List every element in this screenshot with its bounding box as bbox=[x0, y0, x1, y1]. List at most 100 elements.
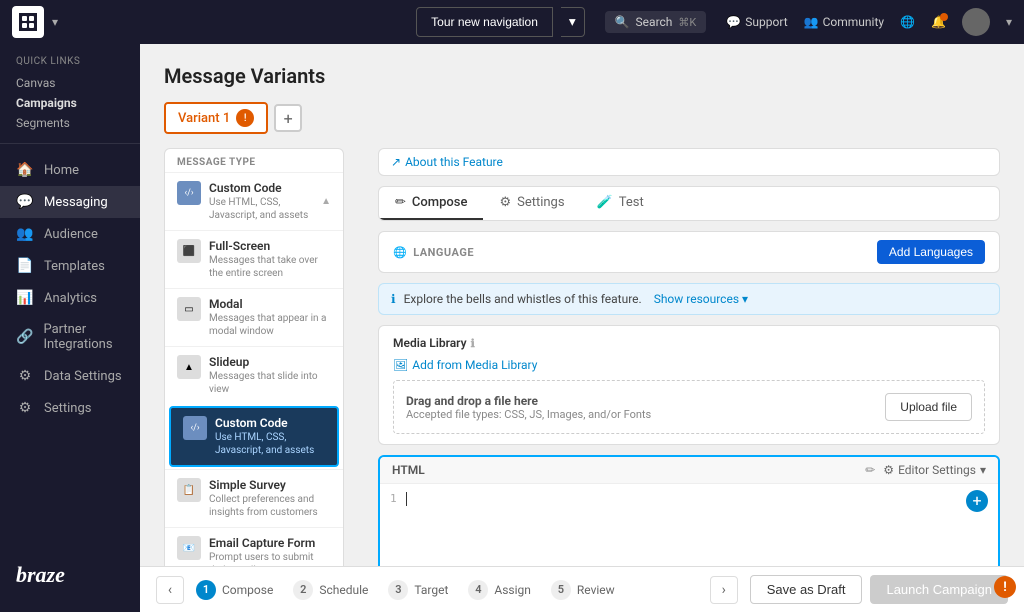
type-item-custom-code-top[interactable]: ‹/› Custom Code Use HTML, CSS, Javascrip… bbox=[165, 172, 343, 230]
full-screen-icon: ⬛ bbox=[177, 239, 201, 263]
nav-menu-chevron[interactable]: ▾ bbox=[52, 15, 58, 29]
sidebar-item-data-settings[interactable]: ⚙ Data Settings bbox=[0, 360, 140, 392]
global-search[interactable]: 🔍 Search ⌘K bbox=[605, 11, 707, 33]
editor-settings-chevron: ▾ bbox=[980, 463, 986, 477]
step-compose[interactable]: 1 Compose bbox=[196, 580, 273, 600]
add-languages-button[interactable]: Add Languages bbox=[877, 240, 985, 264]
sidebar-item-settings[interactable]: ⚙ Settings bbox=[0, 392, 140, 424]
messaging-icon: 💬 bbox=[16, 194, 34, 210]
step-assign[interactable]: 4 Assign bbox=[468, 580, 531, 600]
external-link-icon: ↗ bbox=[391, 155, 401, 169]
type-desc-email-capture: Prompt users to submit their emails bbox=[209, 551, 331, 566]
settings-icon: ⚙ bbox=[16, 400, 34, 416]
about-feature-link[interactable]: ↗ About this Feature bbox=[391, 155, 503, 169]
prev-step-button[interactable]: ‹ bbox=[156, 576, 184, 604]
data-settings-icon: ⚙ bbox=[16, 368, 34, 384]
add-variant-button[interactable]: + bbox=[274, 104, 302, 132]
image-icon: 🖼 bbox=[393, 358, 408, 372]
globe-icon-button[interactable]: 🌐 bbox=[900, 15, 915, 29]
notifications-button[interactable]: 🔔 bbox=[931, 15, 946, 29]
sidebar-item-label-audience: Audience bbox=[44, 227, 98, 242]
compose-tabs-bar: ✏ Compose ⚙ Settings 🧪 Test bbox=[378, 186, 1000, 221]
step-num-1: 1 bbox=[196, 580, 216, 600]
step-label-assign: Assign bbox=[494, 583, 531, 597]
editor-header: HTML ✏ ⚙ Editor Settings ▾ bbox=[380, 457, 998, 484]
sidebar: QUICK LINKS Canvas Campaigns Segments 🏠 … bbox=[0, 44, 140, 612]
sidebar-item-label-data-settings: Data Settings bbox=[44, 369, 122, 384]
chevron-down-icon: ▾ bbox=[742, 292, 748, 306]
add-from-library-link[interactable]: 🖼 Add from Media Library bbox=[393, 358, 985, 372]
templates-icon: 📄 bbox=[16, 258, 34, 274]
sidebar-item-templates[interactable]: 📄 Templates bbox=[0, 250, 140, 282]
sidebar-item-label-settings: Settings bbox=[44, 401, 91, 416]
editor-body[interactable]: 1 + bbox=[380, 484, 998, 566]
step-navigation: 1 Compose 2 Schedule 3 Target 4 Assign bbox=[196, 580, 710, 600]
tab-compose[interactable]: ✏ Compose bbox=[379, 187, 483, 220]
sidebar-item-audience[interactable]: 👥 Audience bbox=[0, 218, 140, 250]
step-label-target: Target bbox=[414, 583, 448, 597]
bottom-bar: ‹ 1 Compose 2 Schedule 3 Target bbox=[140, 566, 1024, 612]
launch-campaign-button[interactable]: Launch Campaign bbox=[870, 575, 1008, 604]
custom-code-icon-top: ‹/› bbox=[177, 181, 201, 205]
media-library-title: Media Library ℹ bbox=[393, 336, 985, 350]
show-resources-link[interactable]: Show resources ▾ bbox=[654, 292, 748, 306]
sidebar-quick-link-segments[interactable]: Segments bbox=[0, 113, 140, 133]
type-item-modal[interactable]: ▭ Modal Messages that appear in a modal … bbox=[165, 288, 343, 346]
user-menu-chevron[interactable]: ▾ bbox=[1006, 15, 1012, 29]
top-navigation: ▾ Tour new navigation ▾ 🔍 Search ⌘K 💬 Su… bbox=[0, 0, 1024, 44]
sidebar-item-home[interactable]: 🏠 Home bbox=[0, 154, 140, 186]
save-as-draft-button[interactable]: Save as Draft bbox=[750, 575, 863, 604]
step-num-4: 4 bbox=[468, 580, 488, 600]
type-item-custom-code-selected[interactable]: ‹/› Custom Code Use HTML, CSS, Javascrip… bbox=[169, 406, 339, 467]
add-code-button[interactable]: + bbox=[966, 490, 988, 512]
audience-icon: 👥 bbox=[16, 226, 34, 242]
partner-icon: 🔗 bbox=[16, 329, 33, 345]
upload-zone-title: Drag and drop a file here bbox=[406, 394, 651, 408]
variant-tab-label: Variant 1 bbox=[178, 111, 230, 126]
community-link[interactable]: 👥 Community bbox=[804, 15, 884, 29]
search-shortcut: ⌘K bbox=[678, 16, 696, 29]
sidebar-item-label-templates: Templates bbox=[44, 259, 105, 274]
right-panel: ↗ About this Feature ✏ Compose ⚙ Setting… bbox=[378, 148, 1000, 566]
type-item-email-capture[interactable]: 📧 Email Capture Form Prompt users to sub… bbox=[165, 527, 343, 566]
globe-small-icon: 🌐 bbox=[393, 246, 407, 259]
app-logo[interactable] bbox=[12, 6, 44, 38]
step-num-2: 2 bbox=[293, 580, 313, 600]
tour-navigation-button[interactable]: Tour new navigation bbox=[416, 7, 553, 37]
type-name-email-capture: Email Capture Form bbox=[209, 536, 331, 550]
upload-zone-desc: Accepted file types: CSS, JS, Images, an… bbox=[406, 408, 651, 421]
sidebar-quick-link-canvas[interactable]: Canvas bbox=[0, 73, 140, 93]
type-item-slideup[interactable]: ▲ Slideup Messages that slide into view bbox=[165, 346, 343, 404]
email-capture-icon: 📧 bbox=[177, 536, 201, 560]
upload-drop-zone[interactable]: Drag and drop a file here Accepted file … bbox=[393, 380, 985, 434]
sidebar-quick-link-campaigns[interactable]: Campaigns bbox=[0, 93, 140, 113]
variant-tab-1[interactable]: Variant 1 ! bbox=[164, 102, 268, 134]
tab-settings[interactable]: ⚙ Settings bbox=[483, 187, 580, 220]
nav-icons: 💬 Support 👥 Community 🌐 🔔 ▾ bbox=[726, 8, 1012, 36]
type-item-simple-survey[interactable]: 📋 Simple Survey Collect preferences and … bbox=[165, 469, 343, 527]
info-text: Explore the bells and whistles of this f… bbox=[404, 292, 642, 306]
page-title: Message Variants bbox=[164, 64, 1000, 88]
tour-navigation-dropdown[interactable]: ▾ bbox=[561, 7, 585, 37]
step-schedule[interactable]: 2 Schedule bbox=[293, 580, 368, 600]
sidebar-item-partner-integrations[interactable]: 🔗 Partner Integrations bbox=[0, 314, 140, 360]
type-desc-slideup: Messages that slide into view bbox=[209, 370, 331, 396]
sidebar-item-label-messaging: Messaging bbox=[44, 195, 108, 210]
quick-links-label: QUICK LINKS bbox=[0, 56, 140, 73]
user-avatar[interactable] bbox=[962, 8, 990, 36]
upload-file-button[interactable]: Upload file bbox=[885, 393, 972, 421]
type-item-full-screen[interactable]: ⬛ Full-Screen Messages that take over th… bbox=[165, 230, 343, 288]
sidebar-item-label-analytics: Analytics bbox=[44, 291, 97, 306]
info-bar: ℹ Explore the bells and whistles of this… bbox=[378, 283, 1000, 315]
tab-test[interactable]: 🧪 Test bbox=[581, 187, 660, 220]
language-label: 🌐 LANGUAGE bbox=[393, 246, 474, 259]
next-step-button[interactable]: › bbox=[710, 576, 738, 604]
html-editor-panel: HTML ✏ ⚙ Editor Settings ▾ bbox=[378, 455, 1000, 566]
editor-settings-button[interactable]: ⚙ Editor Settings ▾ bbox=[883, 463, 986, 477]
editor-cursor bbox=[406, 492, 407, 506]
sidebar-item-messaging[interactable]: 💬 Messaging bbox=[0, 186, 140, 218]
step-target[interactable]: 3 Target bbox=[388, 580, 448, 600]
support-link[interactable]: 💬 Support bbox=[726, 15, 787, 29]
step-review[interactable]: 5 Review bbox=[551, 580, 615, 600]
sidebar-item-analytics[interactable]: 📊 Analytics bbox=[0, 282, 140, 314]
